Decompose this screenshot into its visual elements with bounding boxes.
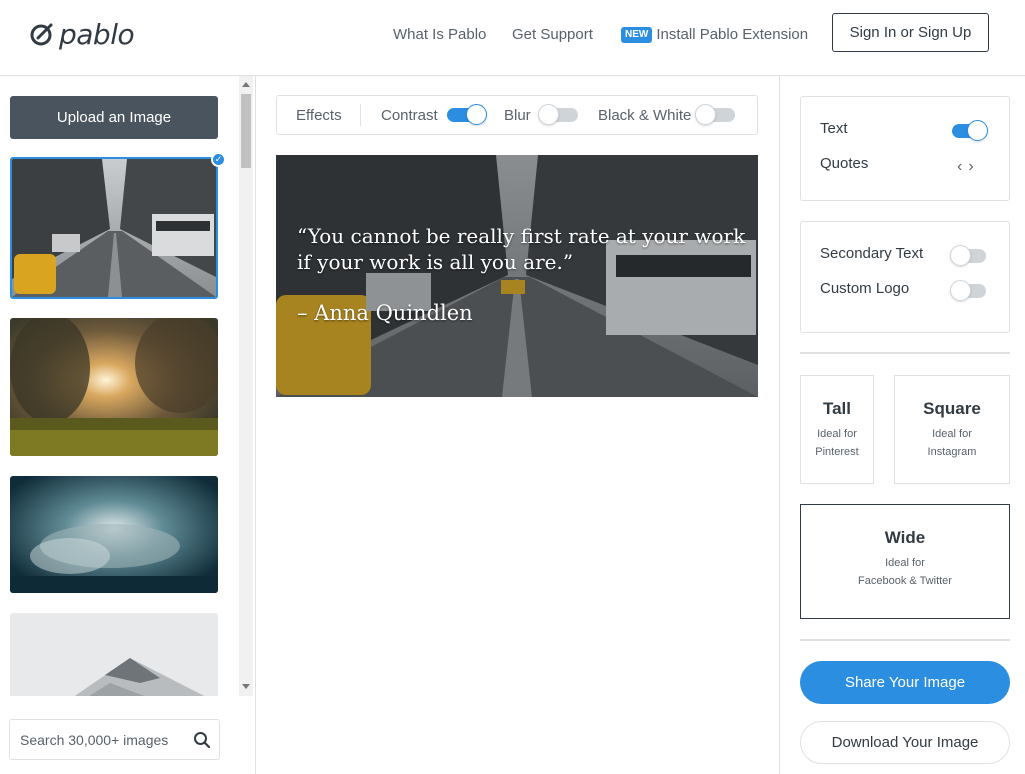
upload-image-button[interactable]: Upload an Image [10, 96, 218, 139]
black-white-label: Black & White [598, 107, 692, 124]
extras-panel: Secondary Text Custom Logo [800, 221, 1010, 333]
clouds-image [10, 476, 218, 593]
toggle-knob [950, 280, 971, 301]
quote-text[interactable]: “You cannot be really first rate at your… [297, 223, 747, 275]
section-divider [800, 352, 1010, 354]
size-desc-line1: Ideal for [885, 557, 925, 569]
effects-bar: Effects Contrast Blur Black & White [276, 95, 758, 135]
image-thumbnail-sunset-field[interactable] [10, 318, 218, 456]
toggle-knob [466, 104, 487, 125]
sunset-field-image [10, 318, 218, 456]
sign-in-button[interactable]: Sign In or Sign Up [832, 13, 989, 52]
secondary-text-toggle[interactable] [950, 245, 986, 266]
nav-install-extension[interactable]: NEW Install Pablo Extension [621, 26, 808, 43]
scroll-down-arrow-icon[interactable] [242, 684, 250, 689]
download-image-button[interactable]: Download Your Image [800, 721, 1010, 764]
pablo-logo-icon [30, 23, 53, 46]
logo[interactable]: pablo [29, 17, 135, 51]
effects-label: Effects [296, 107, 342, 124]
size-desc-line1: Ideal for [817, 428, 857, 440]
canvas-background-image [276, 155, 758, 397]
nav-get-support[interactable]: Get Support [512, 26, 593, 43]
size-title: Wide [884, 528, 926, 547]
logo-text: pablo [59, 17, 135, 51]
secondary-text-label: Secondary Text [820, 245, 924, 262]
scroll-up-arrow-icon[interactable] [242, 82, 250, 87]
text-panel: Text Quotes ‹› [800, 96, 1010, 201]
black-white-toggle[interactable] [695, 104, 735, 125]
quotes-arrows: ‹› [957, 158, 980, 176]
city-street-image [12, 159, 216, 297]
chevron-left-icon[interactable]: ‹ [957, 158, 968, 175]
contrast-label: Contrast [381, 107, 438, 124]
share-image-button[interactable]: Share Your Image [800, 661, 1010, 704]
size-desc-line1: Ideal for [932, 428, 972, 440]
size-desc-line2: Instagram [927, 446, 977, 458]
size-option-square[interactable]: Square Ideal for Instagram [894, 375, 1010, 484]
section-divider [800, 639, 1010, 641]
image-sidebar: Upload an Image ✓ Search 30,000+ images [0, 76, 256, 774]
toggle-knob [538, 104, 559, 125]
image-thumbnail-snowy-mountain[interactable] [10, 613, 218, 696]
contrast-toggle[interactable] [447, 104, 487, 125]
image-thumbnail-city-street[interactable] [10, 157, 218, 299]
header: pablo What Is Pablo Get Support NEW Inst… [0, 0, 1025, 76]
quotes-label: Quotes [820, 155, 869, 172]
size-title: Tall [822, 399, 852, 418]
toggle-knob [967, 120, 988, 141]
image-search [9, 719, 220, 760]
size-desc-line2: Pinterest [815, 446, 859, 458]
image-list [0, 156, 238, 696]
image-canvas[interactable]: “You cannot be really first rate at your… [276, 155, 758, 397]
search-icon[interactable] [193, 731, 211, 749]
blur-toggle[interactable] [538, 104, 578, 125]
text-label: Text [820, 120, 848, 137]
size-option-tall[interactable]: Tall Ideal for Pinterest [800, 375, 874, 484]
nav-what-is-pablo[interactable]: What Is Pablo [393, 26, 486, 43]
image-thumbnail-clouds[interactable] [10, 476, 218, 593]
selected-check-icon: ✓ [211, 152, 226, 167]
new-badge: NEW [621, 26, 653, 43]
text-toggle[interactable] [952, 120, 988, 141]
custom-logo-toggle[interactable] [950, 280, 986, 301]
nav-install-extension-label: Install Pablo Extension [656, 26, 809, 43]
settings-sidebar: Text Quotes ‹› Secondary Text Custom Log… [779, 76, 1025, 774]
toggle-knob [950, 245, 971, 266]
scrollbar-thumb[interactable] [241, 94, 251, 168]
snowy-mountain-image [10, 613, 218, 696]
size-option-wide[interactable]: Wide Ideal for Facebook & Twitter [800, 504, 1010, 619]
editor-area: Effects Contrast Blur Black & White “You… [256, 76, 778, 774]
effects-divider [360, 104, 361, 126]
chevron-right-icon[interactable]: › [968, 158, 979, 175]
image-list-scrollbar[interactable] [239, 76, 253, 696]
size-desc-line2: Facebook & Twitter [858, 575, 952, 587]
search-input[interactable] [10, 720, 185, 759]
toggle-knob [695, 104, 716, 125]
custom-logo-label: Custom Logo [820, 280, 910, 297]
quote-author[interactable]: – Anna Quindlen [297, 301, 473, 325]
blur-label: Blur [504, 107, 531, 124]
size-title: Square [923, 399, 981, 418]
